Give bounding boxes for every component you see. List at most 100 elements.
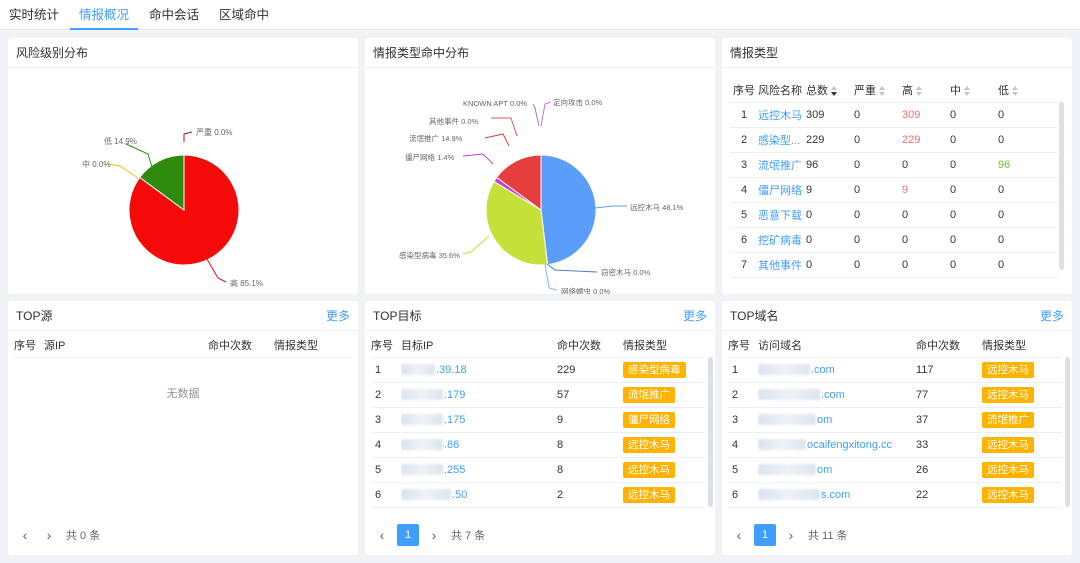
pagination: ‹ › 共 0 条 [16,523,101,547]
col-target-ip: 目标IP [401,333,557,358]
pie-label-stealer-trojan: 窃密木马 0.0% [601,267,651,277]
total-count: 共 7 条 [451,530,486,542]
risk-name-link[interactable]: 远控木马 [758,102,806,128]
prev-page-icon[interactable]: ‹ [730,527,748,543]
intel-type-tag: 远控木马 [982,486,1034,503]
table-row: 7 其他事件 0 0 0 0 0 [730,252,1058,278]
sort-icon[interactable] [830,85,838,96]
table-row: 6 挖矿病毒 0 0 0 0 0 [730,227,1058,253]
table-row: 2.179 57 流氓推广 [371,382,705,408]
masked-domain [758,389,820,401]
pie-slice-远控木马[interactable] [540,154,597,266]
top-target-table: 序号 目标IP 命中次数 情报类型 1.39.18 229 感染型病毒 2.179 5… [371,333,705,509]
domain-link[interactable]: om [758,457,916,483]
table-row: 3.175 9 僵尸网络 [371,407,705,433]
table-row: 1.39.18 229 感染型病毒 [371,357,705,383]
col-src-ip: 源IP [44,333,208,358]
risk-name-link[interactable]: 恶意下载 [758,202,806,228]
pagination: ‹ 1 › 共 7 条 [373,523,485,547]
masked-ip [401,414,443,426]
top-target-panel: TOP目标 更多 序号 目标IP 命中次数 情报类型 1.39.18 229 感染型… [365,301,715,555]
tab-hit-sessions[interactable]: 命中会话 [140,0,208,30]
table-row: 4 僵尸网络 9 0 9 0 0 [730,177,1058,203]
panel-title: 风险级别分布 [8,38,358,68]
table-row: 2 感染型... 229 0 229 0 0 [730,127,1058,153]
masked-ip [401,389,443,401]
intel-type-table-panel: 情报类型 序号 风险名称 总数 严重 高 中 低 1 远控木马 309 0 30… [722,38,1072,294]
target-ip-link[interactable]: .86 [401,432,557,458]
pie-label-other-events: 其他事件 0.0% [429,116,479,126]
risk-name-link[interactable]: 僵尸网络 [758,177,806,203]
intel-type-tag: 远控木马 [623,486,675,503]
sort-icon[interactable] [878,85,886,96]
next-page-icon[interactable]: › [40,527,58,543]
tab-intel-overview[interactable]: 情报概况 [70,0,138,30]
col-total[interactable]: 总数 [806,78,854,103]
more-link[interactable]: 更多 [1040,301,1064,331]
intel-type-tag: 流氓推广 [982,411,1034,428]
col-index: 序号 [730,78,758,103]
domain-link[interactable]: ocaifengxitong.cc [758,432,916,458]
table-row: 3 om 37 流氓推广 [728,407,1062,433]
intel-type-tag: 远控木马 [623,461,675,478]
table-row: 1 远控木马 309 0 309 0 0 [730,102,1058,128]
col-high[interactable]: 高 [902,78,950,103]
panel-title: TOP源 [16,309,53,323]
table-row: 5 om 26 远控木马 [728,457,1062,483]
target-ip-link[interactable]: .175 [401,407,557,433]
col-critical[interactable]: 严重 [854,78,902,103]
masked-ip [401,489,451,501]
table-row: 1 .com 117 远控木马 [728,357,1062,383]
prev-page-icon[interactable]: ‹ [16,527,34,543]
pie-label-high: 高 85.1% [230,278,263,288]
target-ip-link[interactable]: .39.18 [401,357,557,383]
table-scrollbar[interactable] [1059,102,1064,270]
col-hit-count: 命中次数 [557,333,623,358]
intel-type-tag: 远控木马 [982,386,1034,403]
domain-link[interactable]: om [758,407,916,433]
table-row: 3 流氓推广 96 0 0 0 96 [730,152,1058,178]
page-number-current[interactable]: 1 [754,524,776,546]
intel-type-pie-panel: 情报类型命中分布 KNOWN APT 0.0% 定向攻击 0.0% 其他事件 0… [365,38,715,294]
domain-link[interactable]: .com [758,382,916,408]
risk-name-link[interactable]: 感染型... [758,127,806,153]
panel-title: 情报类型命中分布 [365,38,715,68]
target-ip-link[interactable]: .50 [401,482,557,508]
page-number-current[interactable]: 1 [397,524,419,546]
col-intel-type: 情报类型 [274,333,352,358]
total-count: 共 11 条 [808,530,848,542]
col-index: 序号 [371,333,401,358]
sort-icon[interactable] [915,85,923,96]
tab-region-hits[interactable]: 区域命中 [210,0,278,30]
sort-icon[interactable] [1011,85,1019,96]
more-link[interactable]: 更多 [683,301,707,331]
col-low[interactable]: 低 [998,78,1058,103]
col-domain: 访问域名 [758,333,916,358]
col-hit-count: 命中次数 [916,333,982,358]
next-page-icon[interactable]: › [782,527,800,543]
table-scrollbar[interactable] [708,357,713,507]
risk-name-link[interactable]: 挖矿病毒 [758,227,806,253]
sort-icon[interactable] [963,85,971,96]
more-link[interactable]: 更多 [326,301,350,331]
next-page-icon[interactable]: › [425,527,443,543]
target-ip-link[interactable]: .255 [401,457,557,483]
col-medium[interactable]: 中 [950,78,998,103]
prev-page-icon[interactable]: ‹ [373,527,391,543]
intel-type-pie-chart: KNOWN APT 0.0% 定向攻击 0.0% 其他事件 0.0% 流氓推广 … [399,97,684,294]
panel-title: TOP域名 [730,309,779,323]
risk-name-link[interactable]: 其他事件 [758,252,806,278]
masked-domain [758,414,816,426]
masked-domain [758,364,810,376]
top-domain-panel: TOP域名 更多 序号 访问域名 命中次数 情报类型 1 .com 117 远控木马 … [722,301,1072,555]
domain-link[interactable]: s.com [758,482,916,508]
table-row: 5.255 8 远控木马 [371,457,705,483]
risk-name-link[interactable]: 流氓推广 [758,152,806,178]
table-row: 2 .com 77 远控木马 [728,382,1062,408]
table-scrollbar[interactable] [1065,357,1070,507]
tab-realtime-stats[interactable]: 实时统计 [0,0,68,30]
target-ip-link[interactable]: .179 [401,382,557,408]
masked-ip [401,439,443,451]
domain-link[interactable]: .com [758,357,916,383]
table-row: 6.50 2 远控木马 [371,482,705,508]
